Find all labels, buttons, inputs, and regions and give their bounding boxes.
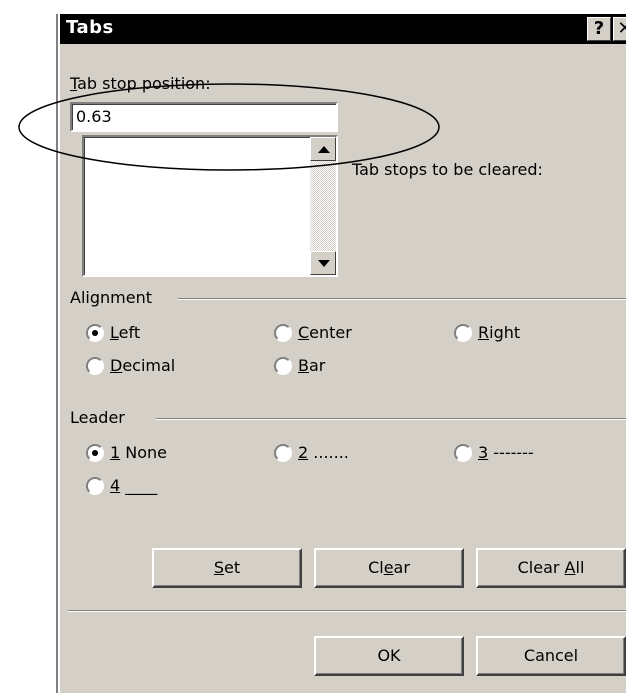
clear-button[interactable]: Clear bbox=[314, 548, 464, 588]
mnemonic: S bbox=[213, 558, 225, 577]
label-text: ight bbox=[489, 323, 521, 342]
close-button[interactable]: ✕ bbox=[613, 17, 626, 41]
radio-button[interactable] bbox=[86, 444, 104, 462]
leader-group-divider bbox=[156, 418, 626, 420]
label-text: Cl bbox=[368, 558, 384, 577]
radio-selected-dot bbox=[92, 330, 98, 336]
label-text: eft bbox=[118, 323, 141, 342]
radio-button[interactable] bbox=[274, 324, 292, 342]
radio-button[interactable] bbox=[274, 444, 292, 462]
label-text: et bbox=[224, 558, 241, 577]
arrow-down-icon bbox=[318, 260, 330, 267]
radio-button[interactable] bbox=[86, 477, 104, 495]
help-button[interactable]: ? bbox=[587, 17, 611, 41]
radio-button[interactable] bbox=[454, 444, 472, 462]
mnemonic: D bbox=[110, 356, 123, 375]
label-text: ar bbox=[393, 558, 410, 577]
label-text: ------- bbox=[488, 443, 534, 462]
label-text: Clear bbox=[517, 558, 565, 577]
label-text: ____ bbox=[120, 476, 158, 495]
radio-selected-dot bbox=[92, 450, 98, 456]
mnemonic: L bbox=[110, 323, 119, 342]
set-button[interactable]: Set bbox=[152, 548, 302, 588]
mnemonic: A bbox=[564, 558, 576, 577]
radio-label[interactable]: 1 None bbox=[110, 443, 167, 462]
label-text: ecimal bbox=[122, 356, 176, 375]
radio-button[interactable] bbox=[86, 324, 104, 342]
radio-label[interactable]: Right bbox=[478, 323, 520, 342]
radio-label[interactable]: 4 ____ bbox=[110, 476, 157, 495]
radio-label[interactable]: Left bbox=[110, 323, 140, 342]
leader-group-label: Leader bbox=[70, 408, 125, 427]
button-separator bbox=[68, 610, 626, 612]
label-text: ll bbox=[575, 558, 585, 577]
alignment-group-divider bbox=[178, 298, 626, 300]
tabs-dialog: Tabs ? ✕ Tab stop position: 0.63 Tab sto… bbox=[18, 14, 626, 693]
label-text: None bbox=[120, 443, 168, 462]
annotation-oval bbox=[18, 83, 440, 171]
close-icon: ✕ bbox=[617, 18, 626, 39]
label-text: OK bbox=[377, 646, 401, 665]
question-mark-icon: ? bbox=[593, 18, 605, 39]
label-text: enter bbox=[309, 323, 352, 342]
label-text: ar bbox=[308, 356, 326, 375]
title-bar[interactable]: Tabs ? ✕ bbox=[60, 14, 626, 44]
mnemonic: B bbox=[298, 356, 309, 375]
mnemonic: e bbox=[383, 558, 394, 577]
mnemonic: 4 bbox=[110, 476, 121, 495]
ok-button[interactable]: OK bbox=[314, 636, 464, 676]
radio-label[interactable]: Center bbox=[298, 323, 352, 342]
mnemonic: 1 bbox=[110, 443, 121, 462]
radio-label[interactable]: 2 ....... bbox=[298, 443, 349, 462]
clear-all-button[interactable]: Clear All bbox=[476, 548, 626, 588]
radio-label[interactable]: Decimal bbox=[110, 356, 175, 375]
cancel-button[interactable]: Cancel bbox=[476, 636, 626, 676]
mnemonic: 2 bbox=[298, 443, 309, 462]
window-title: Tabs bbox=[66, 17, 114, 38]
radio-button[interactable] bbox=[86, 357, 104, 375]
radio-label[interactable]: Bar bbox=[298, 356, 325, 375]
mnemonic: C bbox=[298, 323, 310, 342]
label-text: Cancel bbox=[523, 646, 579, 665]
highlight-ellipse bbox=[18, 83, 440, 171]
alignment-group-label: Alignment bbox=[70, 288, 152, 307]
mnemonic: R bbox=[478, 323, 490, 342]
radio-label[interactable]: 3 ------- bbox=[478, 443, 534, 462]
scroll-down-button[interactable] bbox=[310, 251, 336, 275]
mnemonic: 3 bbox=[478, 443, 489, 462]
radio-button[interactable] bbox=[454, 324, 472, 342]
label-text: ....... bbox=[308, 443, 349, 462]
radio-button[interactable] bbox=[274, 357, 292, 375]
